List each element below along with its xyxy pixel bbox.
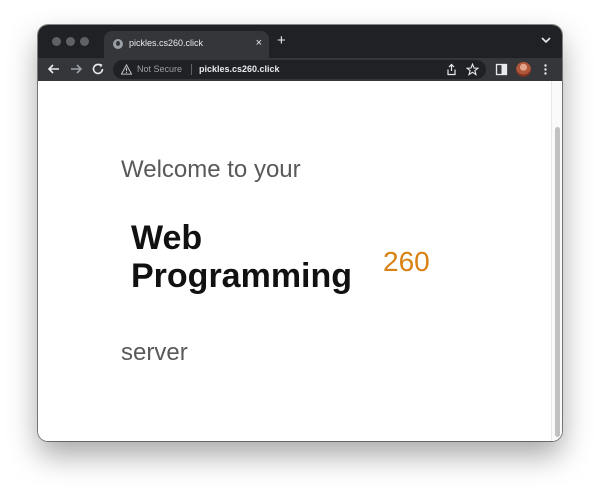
forward-arrow-icon[interactable]	[68, 61, 84, 77]
toolbar: Not Secure pickles.cs260.click	[38, 58, 562, 81]
welcome-text: Welcome to your	[121, 156, 301, 183]
server-text: server	[121, 339, 188, 366]
globe-icon	[113, 39, 123, 49]
scrollbar[interactable]	[551, 81, 562, 441]
reload-icon[interactable]	[90, 61, 106, 77]
address-bar[interactable]: Not Secure pickles.cs260.click	[113, 60, 486, 79]
tab-strip: pickles.cs260.click × +	[38, 25, 562, 58]
warning-icon	[121, 64, 132, 75]
title-line-programming: Programming	[131, 257, 353, 295]
close-window-button[interactable]	[52, 37, 61, 46]
title-line-web: Web	[131, 219, 203, 257]
course-number: 260	[383, 246, 430, 277]
page-content: Welcome to your Web Programming 260 serv…	[38, 81, 562, 441]
divider	[191, 64, 192, 75]
scrollbar-thumb[interactable]	[555, 127, 560, 437]
browser-window: pickles.cs260.click × + Not Secure pickl…	[38, 25, 562, 441]
tab-active[interactable]: pickles.cs260.click ×	[104, 31, 269, 58]
page-title: Web Programming	[131, 219, 352, 295]
back-arrow-icon[interactable]	[46, 61, 62, 77]
minimize-window-button[interactable]	[66, 37, 75, 46]
maximize-window-button[interactable]	[80, 37, 89, 46]
url-text[interactable]: pickles.cs260.click	[199, 64, 280, 74]
avatar[interactable]	[516, 62, 531, 77]
star-icon[interactable]	[466, 63, 479, 76]
security-label[interactable]: Not Secure	[137, 64, 182, 74]
close-icon[interactable]: ×	[256, 35, 262, 51]
new-tab-button[interactable]: +	[277, 32, 286, 50]
more-vert-icon[interactable]	[539, 63, 552, 76]
share-icon[interactable]	[445, 63, 458, 76]
tab-title: pickles.cs260.click	[129, 38, 204, 48]
chevron-down-icon[interactable]	[539, 33, 553, 47]
side-panel-icon[interactable]	[495, 63, 508, 76]
